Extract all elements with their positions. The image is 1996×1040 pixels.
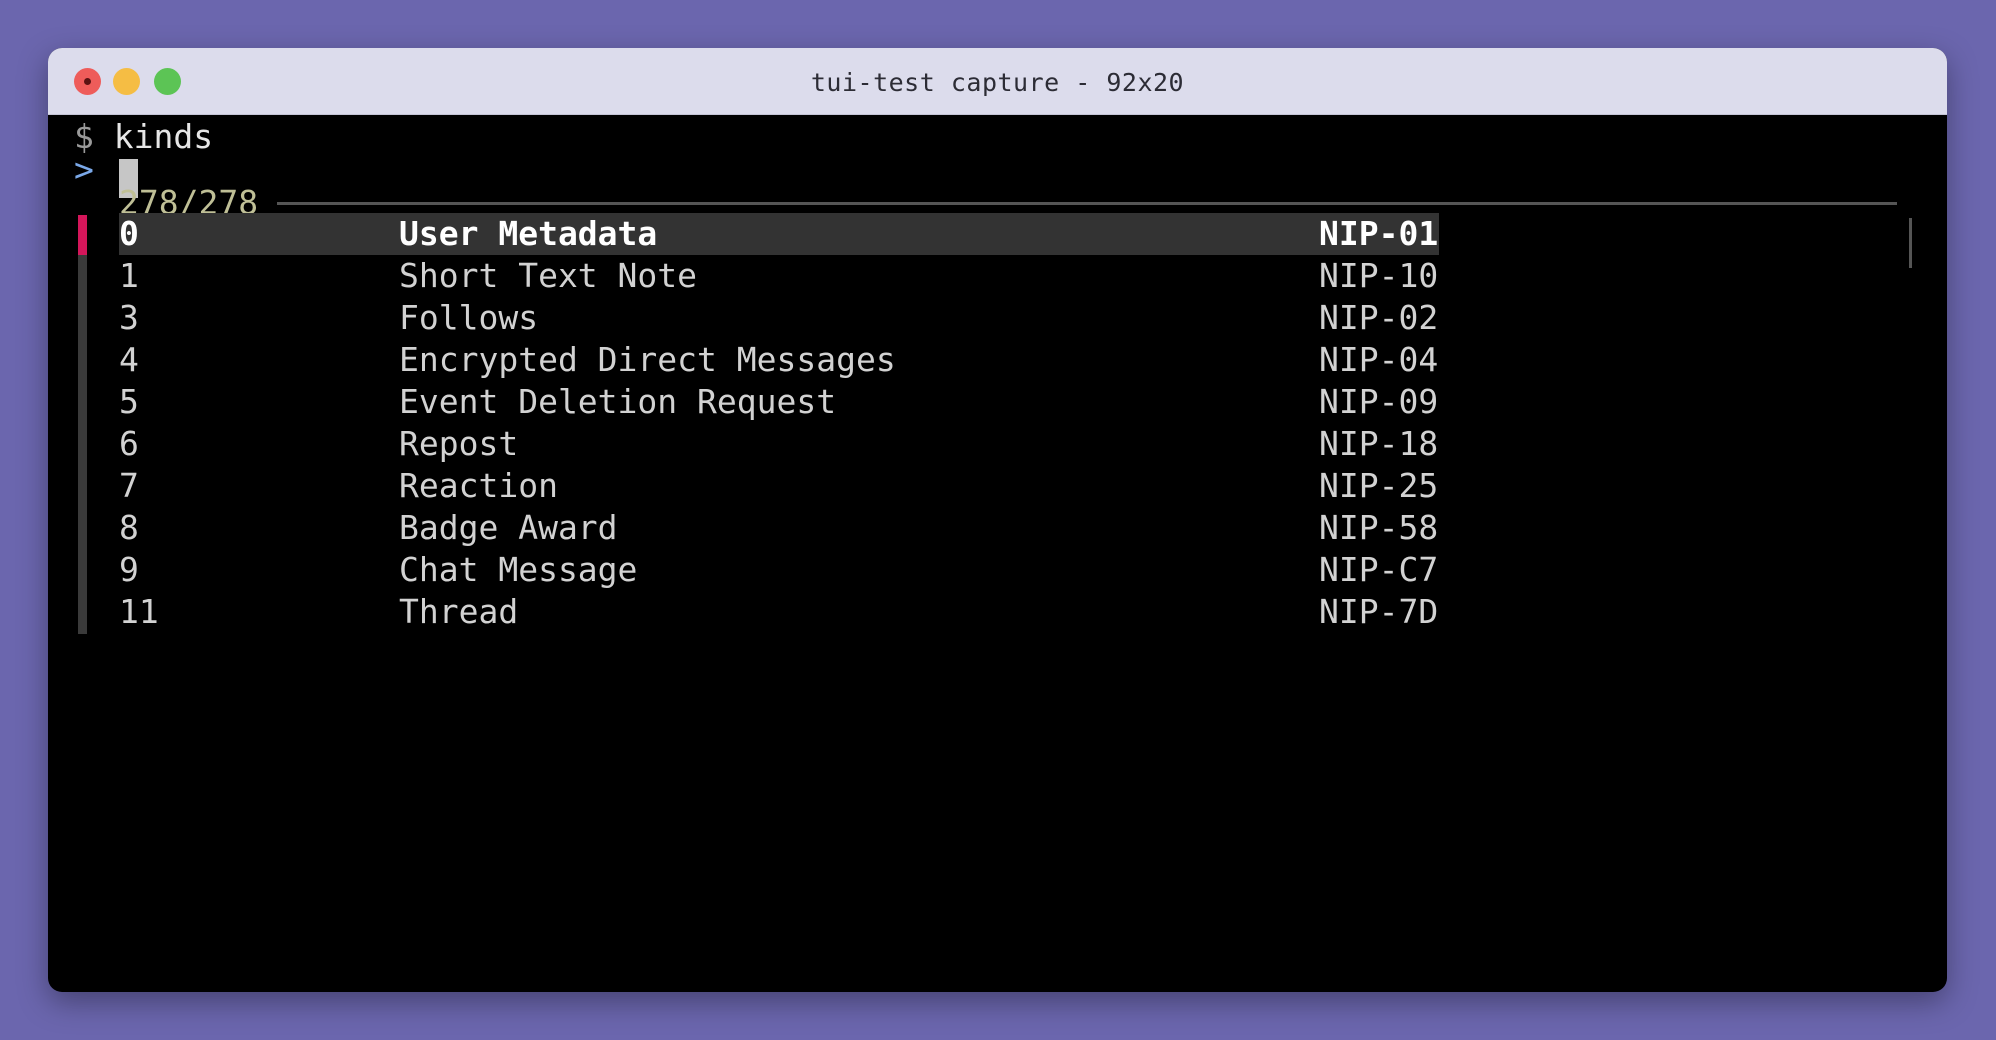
kind-number: 7 [119, 466, 139, 505]
nip-reference: NIP-09 [1319, 382, 1439, 421]
scrollbar[interactable] [1909, 218, 1912, 268]
list-item[interactable]: 6 Repost NIP-18 [119, 423, 1439, 465]
kind-number: 8 [119, 508, 139, 547]
list-item[interactable]: 7 Reaction NIP-25 [119, 465, 1439, 507]
kind-number: 11 [119, 592, 159, 631]
nip-reference: NIP-02 [1319, 298, 1439, 337]
kind-name: Chat Message [399, 550, 638, 589]
kind-name: Badge Award [399, 508, 618, 547]
kind-number: 3 [119, 298, 139, 337]
kind-name: Reaction [399, 466, 558, 505]
kind-name: Event Deletion Request [399, 382, 837, 421]
nip-reference: NIP-25 [1319, 466, 1439, 505]
terminal-window: tui-test capture - 92x20 $ kinds > 278/2… [48, 48, 1947, 992]
nip-reference: NIP-58 [1319, 508, 1439, 547]
command-text: kinds [113, 117, 214, 156]
window-title: tui-test capture - 92x20 [810, 68, 1185, 97]
kind-name: Thread [399, 592, 519, 631]
nip-reference: NIP-7D [1319, 592, 1439, 631]
kind-name: Encrypted Direct Messages [399, 340, 896, 379]
selection-marker [78, 215, 87, 255]
command-line: $ kinds [74, 116, 213, 158]
input-symbol: > [74, 150, 94, 189]
nip-reference: NIP-10 [1319, 256, 1439, 295]
kind-number: 0 [119, 214, 139, 253]
list-item[interactable]: 11 Thread NIP-7D [119, 591, 1439, 633]
title-bar: tui-test capture - 92x20 [48, 48, 1947, 115]
list-item[interactable]: 0 User Metadata NIP-01 [119, 213, 1439, 255]
nip-reference: NIP-18 [1319, 424, 1439, 463]
nip-reference: NIP-C7 [1319, 550, 1439, 589]
kind-number: 9 [119, 550, 139, 589]
kind-name: Repost [399, 424, 519, 463]
nip-reference: NIP-04 [1319, 340, 1439, 379]
list-item[interactable]: 3 Follows NIP-02 [119, 297, 1439, 339]
header-divider [277, 202, 1897, 205]
list-item[interactable]: 4 Encrypted Direct Messages NIP-04 [119, 339, 1439, 381]
list-item[interactable]: 9 Chat Message NIP-C7 [119, 549, 1439, 591]
list-item[interactable]: 8 Badge Award NIP-58 [119, 507, 1439, 549]
kind-number: 5 [119, 382, 139, 421]
list-item[interactable]: 1 Short Text Note NIP-10 [119, 255, 1439, 297]
kind-name: User Metadata [399, 214, 658, 253]
kind-number: 4 [119, 340, 139, 379]
nip-reference: NIP-01 [1319, 214, 1439, 253]
list-gutter [78, 215, 87, 634]
filter-line: > [74, 149, 94, 191]
kind-number: 6 [119, 424, 139, 463]
list-item[interactable]: 5 Event Deletion Request NIP-09 [119, 381, 1439, 423]
kind-name: Follows [399, 298, 539, 337]
kind-number: 1 [119, 256, 139, 295]
kind-name: Short Text Note [399, 256, 698, 295]
terminal-content[interactable]: $ kinds > 278/278 0 User Metadata NIP-01 1 S… [48, 115, 1947, 992]
